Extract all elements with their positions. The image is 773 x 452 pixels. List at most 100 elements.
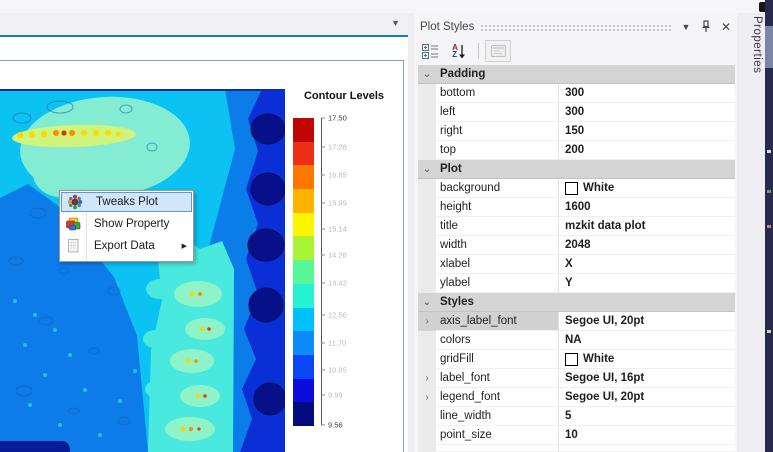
expand-chevron-icon[interactable]: › [418,369,436,388]
property-name: axis_label_font [436,312,558,331]
property-row-background[interactable]: background White [418,179,735,198]
property-value[interactable]: Segoe UI, 20pt [558,388,735,407]
color-swatch [565,352,578,366]
property-row-height[interactable]: height 1600 [418,198,735,217]
menu-item-label: Show Property [94,218,170,230]
property-grid: ⌄ Padding bottom 300 left 300 right 150 … [418,65,735,452]
legend-color-segment [293,283,314,308]
property-value[interactable]: X [558,255,735,274]
legend-tick: 12.56 [321,311,347,320]
property-name: top [436,141,558,160]
legend-color-segment [293,165,314,190]
property-name: gridFill [436,350,558,369]
document-list-dropdown-icon[interactable]: ▼ [391,18,400,28]
property-value[interactable]: White [558,179,735,198]
property-row-left[interactable]: left 300 [418,103,735,122]
property-row-gridfill[interactable]: gridFill White [418,350,735,369]
collapse-chevron-icon[interactable]: ⌄ [418,160,436,178]
legend-title: Contour Levels [303,90,385,102]
property-value[interactable]: Segoe UI, 20pt [558,312,735,331]
property-value[interactable]: 10 [558,426,735,445]
expand-chevron-icon[interactable]: › [418,312,436,331]
expand-chevron-icon[interactable]: › [418,388,436,407]
menu-item-tweaks-plot[interactable]: Tweaks Plot [61,192,192,212]
panel-drag-dots [480,24,673,32]
contour-plot-image[interactable] [0,89,287,452]
property-row-legend-font[interactable]: › legend_font Segoe UI, 20pt [418,388,735,407]
panel-menu-arrow-icon[interactable]: ▼ [679,22,693,32]
property-name: legend_font [436,388,558,407]
property-value[interactable]: NA [558,331,735,350]
categorized-icon[interactable] [418,41,442,61]
property-row-point-size[interactable]: point_size 10 [418,426,735,445]
window-edge-strip [765,0,773,452]
property-row-axis-label-font[interactable]: › axis_label_font Segoe UI, 20pt [418,312,735,331]
property-row-right[interactable]: right 150 [418,122,735,141]
property-row-ylabel[interactable]: ylabel Y [418,274,735,293]
collapse-chevron-icon[interactable]: ⌄ [418,293,436,311]
legend-tick: 17.28 [321,143,347,152]
legend-color-segment [293,402,314,426]
menu-item-show-property[interactable]: Show Property [60,213,193,235]
legend-color-segment [293,189,314,213]
legend-color-segment [293,236,314,261]
menu-item-label: Tweaks Plot [96,196,158,208]
property-name: width [436,236,558,255]
property-row-label-font[interactable]: › label_font Segoe UI, 16pt [418,369,735,388]
menu-item-export-data[interactable]: Export Data ▶ [60,235,193,257]
panel-toolbar: A Z [418,40,511,62]
category-row-padding[interactable]: ⌄ Padding [418,65,735,84]
toolbar-separator [478,43,479,59]
legend-color-segment [293,141,314,166]
collapse-chevron-icon[interactable]: ⌄ [418,65,436,83]
category-row-plot[interactable]: ⌄ Plot [418,160,735,179]
property-value[interactable]: 300 [558,103,735,122]
tweaks-gear-icon [62,194,88,210]
property-value[interactable]: White [558,350,735,369]
property-row-width[interactable]: width 2048 [418,236,735,255]
property-name: colors [436,331,558,350]
property-pages-icon [485,40,511,62]
property-value[interactable]: 2048 [558,236,735,255]
property-name: label_font [436,369,558,388]
window-top-strip [0,0,773,13]
export-data-icon [60,238,86,254]
property-row-line-width[interactable]: line_width 5 [418,407,735,426]
property-value[interactable]: 300 [558,84,735,103]
show-property-icon [60,216,86,232]
property-name: height [436,198,558,217]
property-value[interactable]: Y [558,274,735,293]
property-row-colors[interactable]: colors NA [418,331,735,350]
contour-legend: Contour Levels 17.50 17.28 16.85 15.99 1… [287,90,407,440]
color-swatch [565,181,578,195]
close-icon[interactable]: ✕ [719,20,733,34]
property-row-partial [418,445,735,452]
category-label: Padding [440,68,486,80]
plot-styles-panel: Plot Styles ▼ ✕ A Z ⌄ Padding bottom 300… [414,13,737,452]
legend-color-segment [293,378,314,403]
property-value[interactable]: 1600 [558,198,735,217]
property-value[interactable]: 200 [558,141,735,160]
panel-title-bar[interactable]: Plot Styles ▼ ✕ [420,18,733,36]
document-tab-strip: ▼ [0,13,408,35]
property-row-xlabel[interactable]: xlabel X [418,255,735,274]
property-value[interactable]: 150 [558,122,735,141]
property-row-bottom[interactable]: bottom 300 [418,84,735,103]
category-row-styles[interactable]: ⌄ Styles [418,293,735,312]
property-name: xlabel [436,255,558,274]
property-value[interactable]: 5 [558,407,735,426]
legend-tick: 9.99 [321,391,343,400]
pin-icon[interactable] [699,19,713,35]
menu-item-label: Export Data [94,240,155,252]
property-name: left [436,103,558,122]
property-row-top[interactable]: top 200 [418,141,735,160]
property-name: line_width [436,407,558,426]
property-row-title[interactable]: title mzkit data plot [418,217,735,236]
property-name: bottom [436,84,558,103]
property-value[interactable]: Segoe UI, 16pt [558,369,735,388]
property-value[interactable]: mzkit data plot [558,217,735,236]
legend-color-bar [293,118,314,426]
legend-color-segment [293,331,314,355]
tab-properties-vertical[interactable]: Properties [741,16,763,106]
sort-alphabetical-icon[interactable]: A Z [446,41,472,61]
